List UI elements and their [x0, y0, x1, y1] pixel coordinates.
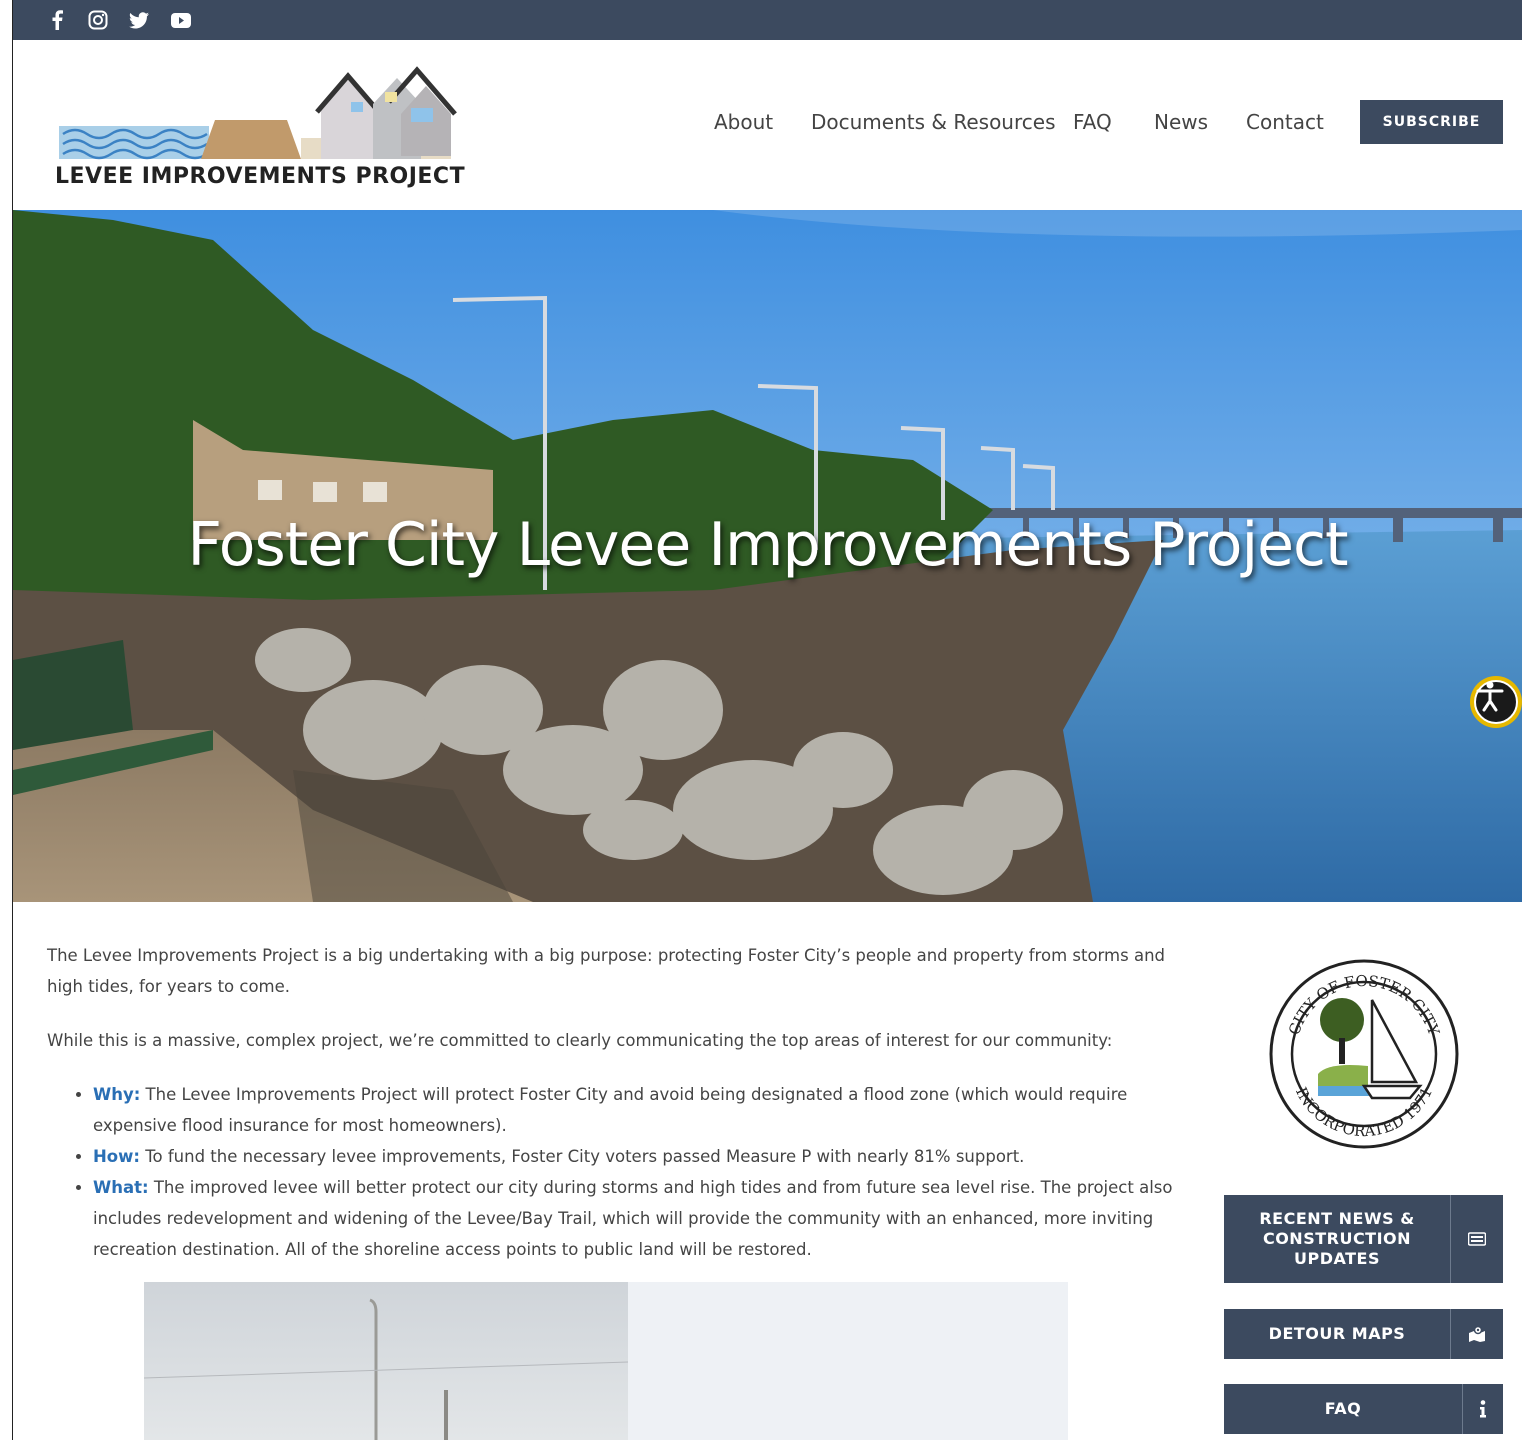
recent-news-button[interactable]: RECENT NEWS & CONSTRUCTION UPDATES: [1224, 1195, 1503, 1283]
info-icon: [1463, 1384, 1503, 1434]
facebook-icon[interactable]: [46, 9, 68, 31]
detour-maps-button[interactable]: DETOUR MAPS: [1224, 1309, 1503, 1359]
list-item-why: Why: The Levee Improvements Project will…: [93, 1079, 1177, 1141]
twitter-icon[interactable]: [128, 9, 150, 31]
site-logo[interactable]: LEVEE IMPROVEMENTS PROJECT: [55, 64, 465, 192]
subscribe-button[interactable]: SUBSCRIBE: [1360, 100, 1503, 144]
list-item-what: What: The improved levee will better pro…: [93, 1172, 1177, 1265]
hero-title: Foster City Levee Improvements Project: [187, 510, 1348, 580]
youtube-icon[interactable]: [170, 9, 192, 31]
faq-sidebar-button[interactable]: FAQ: [1224, 1384, 1503, 1434]
recent-news-label: RECENT NEWS & CONSTRUCTION UPDATES: [1259, 1209, 1415, 1268]
accessibility-button[interactable]: [1470, 676, 1522, 728]
instagram-icon[interactable]: [87, 9, 109, 31]
logo-graphic: [59, 66, 457, 160]
bullet-key-how: How:: [93, 1147, 140, 1166]
detour-maps-label: DETOUR MAPS: [1268, 1324, 1406, 1343]
bullet-text-why: The Levee Improvements Project will prot…: [93, 1085, 1128, 1135]
nav-about[interactable]: About: [714, 110, 773, 134]
page-left-border: [12, 0, 13, 1440]
interest-list: Why: The Levee Improvements Project will…: [93, 1079, 1177, 1265]
city-seal: CITY OF FOSTER CITY INCORPORATED 1971: [1268, 958, 1460, 1150]
main-content: The Levee Improvements Project is a big …: [47, 940, 1177, 1265]
faq-sidebar-label: FAQ: [1324, 1399, 1362, 1418]
bullet-text-how: To fund the necessary levee improvements…: [140, 1147, 1025, 1166]
project-photo: [144, 1282, 628, 1440]
hero-banner: Foster City Levee Improvements Project: [13, 210, 1522, 902]
accessibility-icon: [1474, 680, 1518, 724]
bullet-text-what: The improved levee will better protect o…: [93, 1178, 1173, 1259]
nav-contact[interactable]: Contact: [1246, 110, 1324, 134]
intro-paragraph: The Levee Improvements Project is a big …: [47, 946, 1166, 996]
map-marker-icon: [1451, 1309, 1503, 1359]
list-item-how: How: To fund the necessary levee improve…: [93, 1141, 1177, 1172]
nav-faq[interactable]: FAQ: [1073, 110, 1112, 134]
logo-text: LEVEE IMPROVEMENTS PROJECT: [55, 164, 466, 189]
newspaper-icon: [1451, 1195, 1503, 1283]
bullet-key-what: What:: [93, 1178, 149, 1197]
nav-documents-resources[interactable]: Documents & Resources: [811, 110, 1055, 134]
commitment-paragraph: While this is a massive, complex project…: [47, 1031, 1113, 1050]
social-topbar: [13, 0, 1522, 40]
site-header: LEVEE IMPROVEMENTS PROJECT About Documen…: [13, 40, 1522, 210]
bullet-key-why: Why:: [93, 1085, 141, 1104]
nav-news[interactable]: News: [1154, 110, 1208, 134]
project-photo-frame: [144, 1282, 1068, 1440]
